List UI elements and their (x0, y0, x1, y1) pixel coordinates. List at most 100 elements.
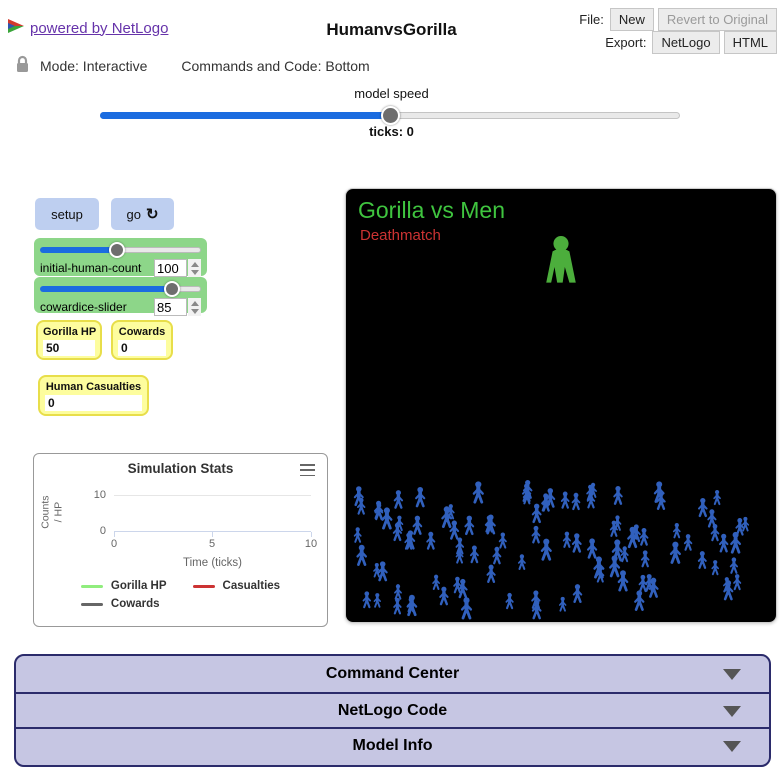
x-tick-label: 0 (104, 538, 124, 550)
y-tick-label: 10 (82, 489, 106, 501)
slider-fill (40, 247, 117, 253)
human-turtle (363, 591, 370, 607)
chevron-down-icon (723, 706, 741, 717)
legend-item-gorilla-hp[interactable]: Gorilla HP (81, 580, 167, 592)
slider-label: initial-human-count (40, 261, 154, 275)
human-turtle (622, 546, 628, 561)
initial-human-count-input[interactable] (154, 259, 187, 277)
export-netlogo-button[interactable]: NetLogo (652, 31, 719, 54)
mode-bar: Mode: Interactive Commands and Code: Bot… (15, 55, 370, 76)
human-turtle (639, 575, 646, 591)
x-tick-mark (114, 532, 115, 537)
monitor-label: Human Casualties (45, 381, 142, 393)
human-turtle (383, 507, 392, 528)
world-view-canvas[interactable]: Gorilla vs Men Deathmatch (345, 188, 777, 623)
model-speed-slider[interactable] (100, 105, 680, 125)
human-turtle (533, 504, 541, 522)
file-button-group: File: New Revert to Original (579, 8, 777, 31)
legend-item-cowards[interactable]: Cowards (81, 598, 167, 610)
model-info-bar[interactable]: Model Info (16, 727, 769, 763)
slider-thumb[interactable] (109, 242, 125, 258)
human-turtle (611, 521, 617, 536)
chart-menu-icon[interactable] (300, 464, 315, 476)
human-turtle (712, 524, 719, 540)
spinner-down-icon[interactable] (191, 309, 199, 314)
human-turtle (573, 493, 580, 509)
x-tick-mark (311, 532, 312, 537)
human-turtle (448, 504, 454, 518)
accordion-label: NetLogo Code (338, 702, 447, 720)
human-turtle (408, 595, 416, 615)
monitor-value: 50 (43, 340, 95, 356)
slider-fill (40, 286, 172, 292)
spinner-down-icon[interactable] (191, 270, 199, 275)
number-spinner[interactable] (188, 298, 201, 316)
netlogo-code-bar[interactable]: NetLogo Code (16, 692, 769, 728)
human-turtle (731, 532, 740, 552)
bottom-accordion: Command Center NetLogo Code Model Info (14, 654, 771, 767)
human-turtle (396, 516, 402, 531)
human-turtle (642, 550, 649, 566)
human-turtle (714, 490, 720, 504)
x-tick-label: 10 (301, 538, 321, 550)
human-turtle (610, 555, 619, 575)
human-turtle (493, 547, 500, 563)
slider-thumb[interactable] (381, 106, 400, 125)
human-turtle (674, 523, 680, 537)
spinner-up-icon[interactable] (191, 262, 199, 267)
human-turtle (440, 587, 447, 605)
setup-button-label: setup (51, 207, 83, 222)
x-tick-label: 5 (202, 538, 222, 550)
human-turtle (671, 542, 680, 563)
export-html-button[interactable]: HTML (724, 31, 777, 54)
chart-title: Simulation Stats (34, 461, 327, 476)
human-turtle (720, 534, 727, 552)
human-turtle (635, 590, 643, 609)
command-center-bar[interactable]: Command Center (16, 656, 769, 692)
legend-line-swatch (193, 585, 215, 588)
cowardice-slider[interactable] (40, 281, 201, 296)
spinner-up-icon[interactable] (191, 301, 199, 306)
ticks-counter: ticks: 0 (0, 124, 783, 139)
legend-label: Gorilla HP (111, 580, 167, 592)
human-turtle (650, 578, 658, 597)
new-button[interactable]: New (610, 8, 654, 31)
revert-to-original-button[interactable]: Revert to Original (658, 8, 777, 31)
human-turtle (519, 554, 525, 569)
human-turtle (394, 598, 401, 614)
chart-legend: Gorilla HP Casualties Cowards (34, 580, 327, 610)
y-tick-label: 0 (82, 525, 106, 537)
gridline (114, 495, 311, 496)
world-title: Gorilla vs Men (358, 197, 505, 224)
go-button[interactable]: go ↻ (111, 198, 174, 230)
go-button-label: go (126, 207, 140, 222)
human-turtle (374, 593, 380, 607)
monitor-value: 0 (45, 395, 142, 411)
number-spinner[interactable] (188, 259, 201, 277)
initial-human-count-slider[interactable] (40, 242, 201, 257)
human-turtle (699, 498, 707, 516)
human-turtle (506, 593, 512, 608)
human-turtle (712, 560, 718, 574)
human-turtle (573, 533, 581, 551)
legend-item-casualties[interactable]: Casualties (193, 580, 281, 592)
human-turtle (614, 486, 621, 504)
human-turtle (628, 527, 636, 547)
cowardice-slider-widget: cowardice-slider (34, 277, 207, 313)
human-turtle (462, 597, 471, 618)
chevron-down-icon (723, 669, 741, 680)
commands-code-label: Commands and Code: Bottom (181, 58, 369, 74)
monitor-value: 0 (118, 340, 166, 356)
human-turtle (416, 487, 424, 506)
slider-thumb[interactable] (164, 281, 180, 297)
cowardice-slider-input[interactable] (154, 298, 187, 316)
setup-button[interactable]: setup (35, 198, 99, 230)
human-turtle (685, 534, 692, 550)
human-turtle (465, 516, 473, 534)
human-turtle (487, 565, 494, 582)
human-turtle (640, 528, 647, 545)
legend-label: Cowards (111, 598, 160, 610)
netlogo-web-page: powered by NetLogo HumanvsGorilla File: … (0, 0, 783, 783)
legend-line-swatch (81, 603, 103, 606)
chevron-down-icon (723, 741, 741, 752)
